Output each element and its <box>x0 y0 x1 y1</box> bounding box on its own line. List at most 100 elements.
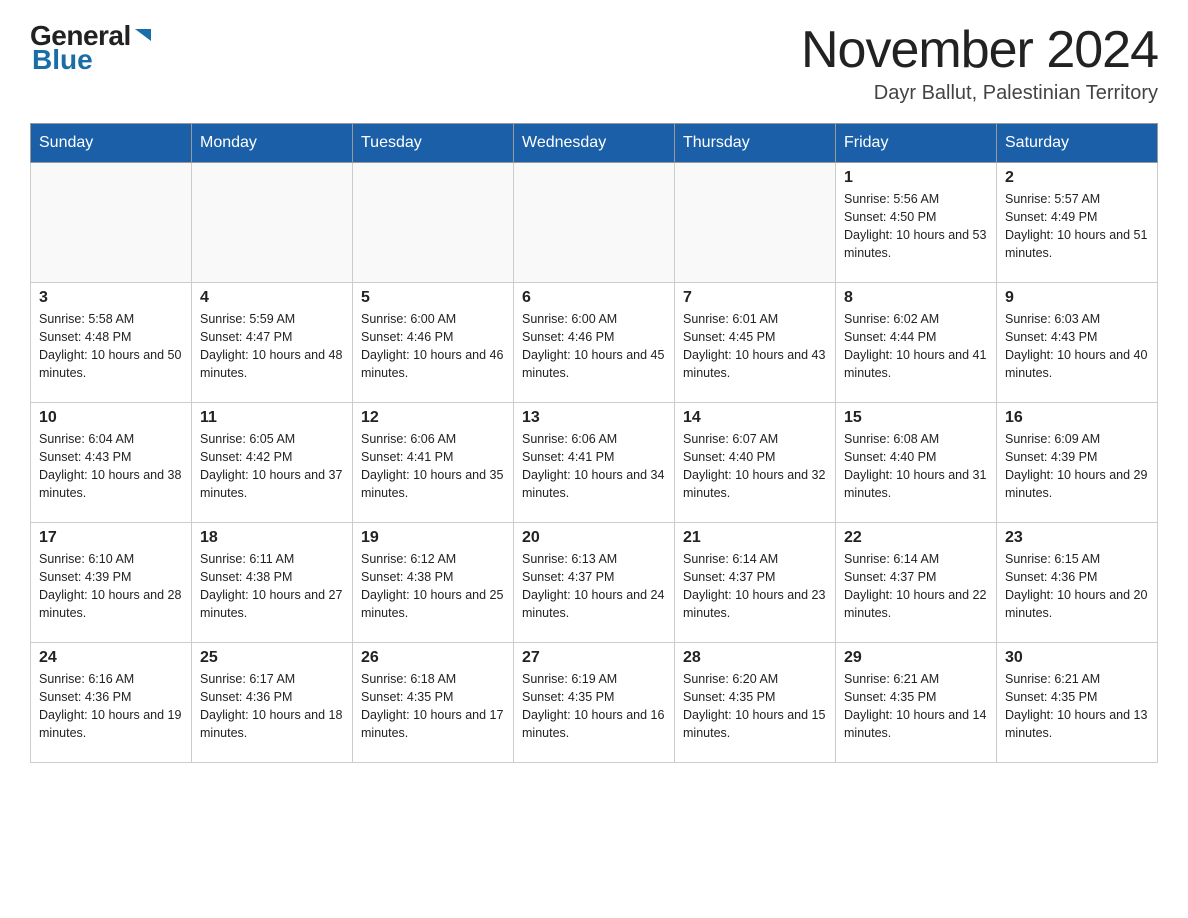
calendar-cell: 13 Sunrise: 6:06 AMSunset: 4:41 PMDayligh… <box>514 403 675 523</box>
day-number: 13 <box>522 409 666 427</box>
day-number: 30 <box>1005 649 1149 667</box>
day-number: 20 <box>522 529 666 547</box>
day-info: Sunrise: 5:57 AMSunset: 4:49 PMDaylight:… <box>1005 190 1149 263</box>
day-info: Sunrise: 6:06 AMSunset: 4:41 PMDaylight:… <box>522 430 666 503</box>
day-info: Sunrise: 6:08 AMSunset: 4:40 PMDaylight:… <box>844 430 988 503</box>
day-number: 28 <box>683 649 827 667</box>
calendar-header: SundayMondayTuesdayWednesdayThursdayFrid… <box>31 124 1158 163</box>
day-number: 10 <box>39 409 183 427</box>
day-number: 12 <box>361 409 505 427</box>
day-number: 7 <box>683 289 827 307</box>
calendar-cell: 27 Sunrise: 6:19 AMSunset: 4:35 PMDayligh… <box>514 643 675 763</box>
weekday-header-friday: Friday <box>836 124 997 163</box>
calendar-cell: 17 Sunrise: 6:10 AMSunset: 4:39 PMDayligh… <box>31 523 192 643</box>
calendar-week-row: 3 Sunrise: 5:58 AMSunset: 4:48 PMDaylight… <box>31 283 1158 403</box>
day-info: Sunrise: 6:07 AMSunset: 4:40 PMDaylight:… <box>683 430 827 503</box>
day-number: 15 <box>844 409 988 427</box>
calendar-cell: 20 Sunrise: 6:13 AMSunset: 4:37 PMDayligh… <box>514 523 675 643</box>
day-number: 27 <box>522 649 666 667</box>
calendar-cell <box>675 163 836 283</box>
day-number: 16 <box>1005 409 1149 427</box>
weekday-header-saturday: Saturday <box>997 124 1158 163</box>
day-info: Sunrise: 6:00 AMSunset: 4:46 PMDaylight:… <box>522 310 666 383</box>
calendar-week-row: 17 Sunrise: 6:10 AMSunset: 4:39 PMDayligh… <box>31 523 1158 643</box>
logo-arrow-icon <box>133 25 155 47</box>
day-info: Sunrise: 6:21 AMSunset: 4:35 PMDaylight:… <box>1005 670 1149 743</box>
day-number: 2 <box>1005 169 1149 187</box>
calendar-cell: 1 Sunrise: 5:56 AMSunset: 4:50 PMDaylight… <box>836 163 997 283</box>
calendar-cell: 3 Sunrise: 5:58 AMSunset: 4:48 PMDaylight… <box>31 283 192 403</box>
day-info: Sunrise: 6:11 AMSunset: 4:38 PMDaylight:… <box>200 550 344 623</box>
day-number: 29 <box>844 649 988 667</box>
day-info: Sunrise: 6:21 AMSunset: 4:35 PMDaylight:… <box>844 670 988 743</box>
calendar-cell: 21 Sunrise: 6:14 AMSunset: 4:37 PMDayligh… <box>675 523 836 643</box>
day-info: Sunrise: 6:06 AMSunset: 4:41 PMDaylight:… <box>361 430 505 503</box>
day-info: Sunrise: 6:20 AMSunset: 4:35 PMDaylight:… <box>683 670 827 743</box>
calendar-week-row: 1 Sunrise: 5:56 AMSunset: 4:50 PMDaylight… <box>31 163 1158 283</box>
calendar-cell: 30 Sunrise: 6:21 AMSunset: 4:35 PMDayligh… <box>997 643 1158 763</box>
day-number: 21 <box>683 529 827 547</box>
day-number: 3 <box>39 289 183 307</box>
day-info: Sunrise: 5:59 AMSunset: 4:47 PMDaylight:… <box>200 310 344 383</box>
day-info: Sunrise: 6:10 AMSunset: 4:39 PMDaylight:… <box>39 550 183 623</box>
day-number: 18 <box>200 529 344 547</box>
calendar-cell: 4Sunrise: 5:59 AMSunset: 4:47 PMDaylight… <box>192 283 353 403</box>
calendar-cell: 11 Sunrise: 6:05 AMSunset: 4:42 PMDayligh… <box>192 403 353 523</box>
location-title: Dayr Ballut, Palestinian Territory <box>801 82 1158 105</box>
day-info: Sunrise: 6:03 AMSunset: 4:43 PMDaylight:… <box>1005 310 1149 383</box>
day-number: 26 <box>361 649 505 667</box>
day-number: 17 <box>39 529 183 547</box>
calendar-cell <box>353 163 514 283</box>
calendar-cell: 23Sunrise: 6:15 AMSunset: 4:36 PMDayligh… <box>997 523 1158 643</box>
calendar-week-row: 10 Sunrise: 6:04 AMSunset: 4:43 PMDayligh… <box>31 403 1158 523</box>
day-info: Sunrise: 5:58 AMSunset: 4:48 PMDaylight:… <box>39 310 183 383</box>
calendar-cell: 25Sunrise: 6:17 AMSunset: 4:36 PMDayligh… <box>192 643 353 763</box>
day-info: Sunrise: 6:14 AMSunset: 4:37 PMDaylight:… <box>844 550 988 623</box>
day-info: Sunrise: 6:16 AMSunset: 4:36 PMDaylight:… <box>39 670 183 743</box>
calendar-cell: 15 Sunrise: 6:08 AMSunset: 4:40 PMDayligh… <box>836 403 997 523</box>
day-info: Sunrise: 6:18 AMSunset: 4:35 PMDaylight:… <box>361 670 505 743</box>
day-info: Sunrise: 6:04 AMSunset: 4:43 PMDaylight:… <box>39 430 183 503</box>
calendar-cell: 2 Sunrise: 5:57 AMSunset: 4:49 PMDaylight… <box>997 163 1158 283</box>
day-number: 1 <box>844 169 988 187</box>
day-number: 22 <box>844 529 988 547</box>
weekday-header-row: SundayMondayTuesdayWednesdayThursdayFrid… <box>31 124 1158 163</box>
calendar-table: SundayMondayTuesdayWednesdayThursdayFrid… <box>30 123 1158 763</box>
day-number: 8 <box>844 289 988 307</box>
day-info: Sunrise: 6:05 AMSunset: 4:42 PMDaylight:… <box>200 430 344 503</box>
calendar-cell: 14Sunrise: 6:07 AMSunset: 4:40 PMDayligh… <box>675 403 836 523</box>
calendar-week-row: 24Sunrise: 6:16 AMSunset: 4:36 PMDayligh… <box>31 643 1158 763</box>
day-number: 19 <box>361 529 505 547</box>
calendar-cell: 26 Sunrise: 6:18 AMSunset: 4:35 PMDayligh… <box>353 643 514 763</box>
day-info: Sunrise: 6:13 AMSunset: 4:37 PMDaylight:… <box>522 550 666 623</box>
day-info: Sunrise: 6:14 AMSunset: 4:37 PMDaylight:… <box>683 550 827 623</box>
day-number: 25 <box>200 649 344 667</box>
day-info: Sunrise: 6:02 AMSunset: 4:44 PMDaylight:… <box>844 310 988 383</box>
calendar-cell <box>514 163 675 283</box>
day-info: Sunrise: 6:19 AMSunset: 4:35 PMDaylight:… <box>522 670 666 743</box>
calendar-cell: 7Sunrise: 6:01 AMSunset: 4:45 PMDaylight… <box>675 283 836 403</box>
day-number: 11 <box>200 409 344 427</box>
calendar-cell: 29 Sunrise: 6:21 AMSunset: 4:35 PMDayligh… <box>836 643 997 763</box>
day-info: Sunrise: 5:56 AMSunset: 4:50 PMDaylight:… <box>844 190 988 263</box>
weekday-header-thursday: Thursday <box>675 124 836 163</box>
day-number: 5 <box>361 289 505 307</box>
day-info: Sunrise: 6:00 AMSunset: 4:46 PMDaylight:… <box>361 310 505 383</box>
weekday-header-monday: Monday <box>192 124 353 163</box>
calendar-cell: 19Sunrise: 6:12 AMSunset: 4:38 PMDayligh… <box>353 523 514 643</box>
logo-blue-text: Blue <box>32 44 93 76</box>
calendar-cell: 24Sunrise: 6:16 AMSunset: 4:36 PMDayligh… <box>31 643 192 763</box>
day-number: 6 <box>522 289 666 307</box>
calendar-cell: 9 Sunrise: 6:03 AMSunset: 4:43 PMDaylight… <box>997 283 1158 403</box>
month-title: November 2024 <box>801 20 1158 80</box>
calendar-cell: 16Sunrise: 6:09 AMSunset: 4:39 PMDayligh… <box>997 403 1158 523</box>
calendar-cell: 18 Sunrise: 6:11 AMSunset: 4:38 PMDayligh… <box>192 523 353 643</box>
weekday-header-sunday: Sunday <box>31 124 192 163</box>
day-number: 9 <box>1005 289 1149 307</box>
logo: General Blue <box>30 20 155 76</box>
page-header: General Blue November 2024 Dayr Ballut, … <box>30 20 1158 105</box>
calendar-body: 1 Sunrise: 5:56 AMSunset: 4:50 PMDaylight… <box>31 163 1158 763</box>
calendar-cell <box>31 163 192 283</box>
calendar-cell: 12 Sunrise: 6:06 AMSunset: 4:41 PMDayligh… <box>353 403 514 523</box>
calendar-cell: 6 Sunrise: 6:00 AMSunset: 4:46 PMDaylight… <box>514 283 675 403</box>
